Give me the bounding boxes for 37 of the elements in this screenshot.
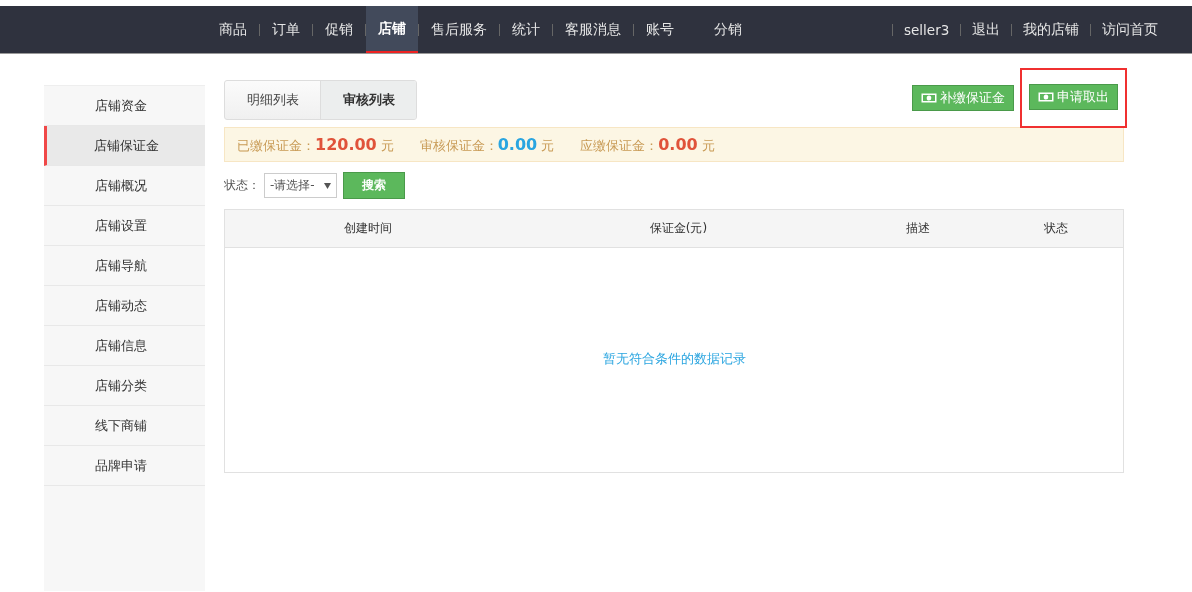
nav-tab[interactable]: 商品 (207, 6, 259, 53)
tab[interactable]: 审核列表 (320, 81, 416, 119)
filter-label: 状态： (224, 177, 260, 194)
sidebar-item[interactable]: 店铺分类 (44, 366, 205, 406)
nav-tab[interactable]: 售后服务 (419, 6, 499, 53)
nav-tab[interactable]: 客服消息 (553, 6, 633, 53)
caret-icon (324, 182, 331, 189)
nav-tab[interactable]: 订单 (260, 6, 312, 53)
sidebar-item[interactable]: 店铺信息 (44, 326, 205, 366)
sidebar-item[interactable]: 店铺概况 (44, 166, 205, 206)
sidebar-item[interactable]: 线下商铺 (44, 406, 205, 446)
nav-tab[interactable]: 促销 (313, 6, 365, 53)
username-link[interactable]: seller3 (893, 21, 961, 38)
status-select[interactable]: -请选择- (264, 173, 337, 198)
nav-link[interactable]: 我的店铺 (1012, 20, 1091, 39)
column-header: 描述 (904, 220, 931, 237)
column-header: 保证金(元) (648, 220, 709, 237)
sidebar-item[interactable]: 店铺保证金 (44, 126, 205, 166)
empty-message: 暂无符合条件的数据记录 (602, 350, 746, 368)
deposit-summary: 审核保证金：0.00 元 (419, 134, 555, 155)
deposit-summary: 应缴保证金：0.00 元 (580, 134, 715, 155)
nav-link[interactable]: 退出 (961, 20, 1012, 39)
column-header: 状态 (1043, 220, 1069, 237)
sidebar-item[interactable]: 店铺导航 (44, 246, 205, 286)
sidebar-item[interactable]: 品牌申请 (44, 446, 205, 486)
deposit-summary: 已缴保证金：120.00 元 (237, 134, 394, 155)
sidebar-item[interactable]: 店铺动态 (44, 286, 205, 326)
tab[interactable]: 明细列表 (225, 81, 320, 119)
banknote-icon (1038, 92, 1054, 102)
nav-tab[interactable]: 分销 (702, 6, 754, 53)
banknote-icon (921, 93, 937, 103)
column-header: 创建时间 (343, 220, 393, 237)
nav-tab[interactable]: 账号 (634, 6, 702, 53)
nav-tab[interactable]: 店铺 (366, 6, 418, 53)
sidebar-item[interactable]: 店铺设置 (44, 206, 205, 246)
nav-tab[interactable]: 统计 (500, 6, 552, 53)
nav-link[interactable]: 访问首页 (1091, 20, 1170, 39)
